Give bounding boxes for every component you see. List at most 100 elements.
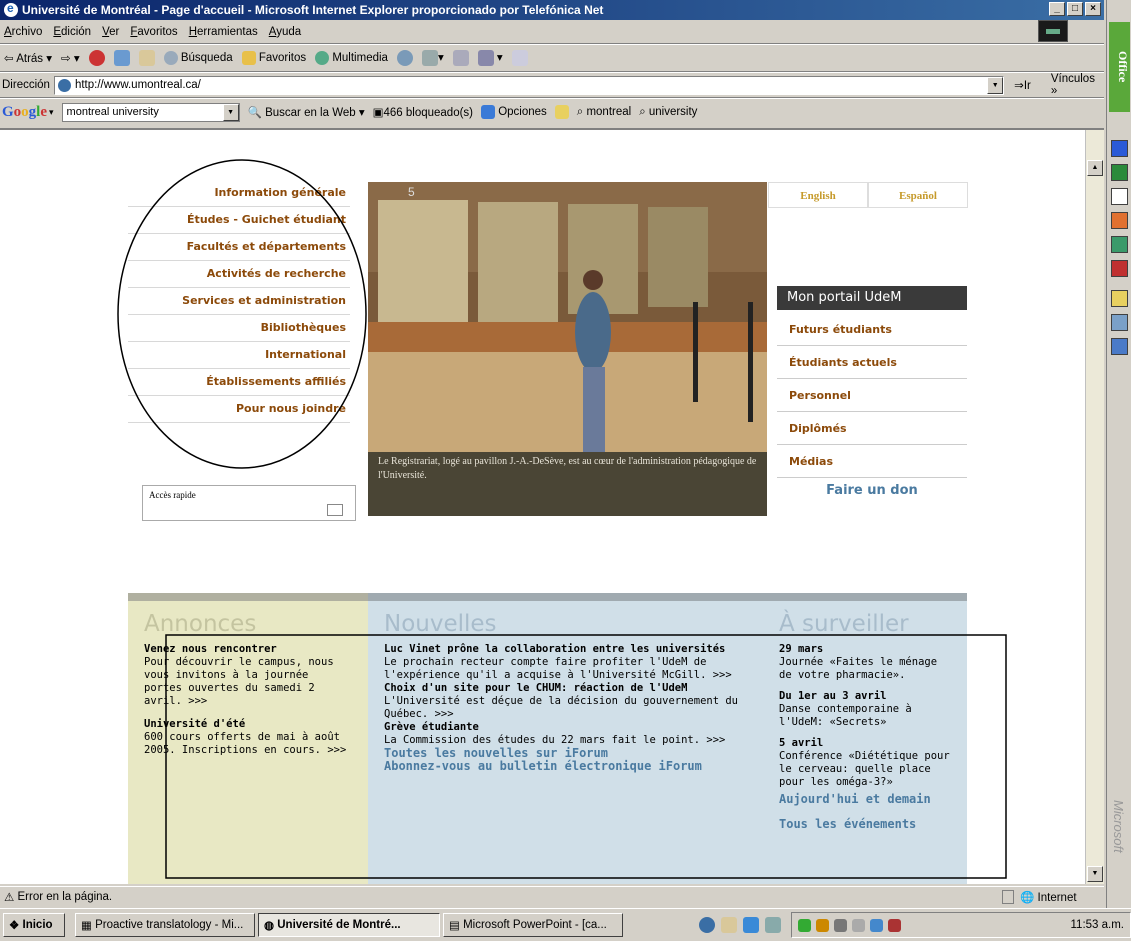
favorites-label: Favoritos: [258, 52, 307, 65]
links-label: Vínculos: [1050, 73, 1095, 85]
powerpoint-icon[interactable]: [1111, 212, 1128, 229]
windows-flag-icon: ❖: [9, 920, 20, 932]
history-icon[interactable]: [396, 50, 413, 66]
google-toolbar: Google ▾ montreal university ▼ 🔍 Buscar e…: [0, 99, 1104, 125]
menu-archivo[interactable]: Archivo: [4, 26, 42, 38]
ie-icon: [4, 1, 18, 17]
volume-icon[interactable]: [852, 918, 865, 932]
divider: [0, 71, 1104, 73]
address-dropdown-icon[interactable]: ▼: [987, 76, 1004, 94]
zone-label: Internet: [1037, 891, 1077, 904]
windows-logo-icon: [1038, 20, 1068, 42]
scroll-down-icon[interactable]: ▼: [1087, 866, 1103, 882]
tray-icon[interactable]: [870, 918, 883, 932]
media-player-icon[interactable]: [743, 917, 759, 933]
binoculars-icon: 🔍: [247, 107, 262, 119]
popup-blocker[interactable]: ▣466 bloqueado(s): [373, 105, 473, 119]
tray-icon[interactable]: [834, 918, 847, 932]
menu-ayuda[interactable]: Ayuda: [269, 26, 301, 38]
term-university[interactable]: ⌕ university: [639, 106, 697, 119]
mail-button[interactable]: ▾: [421, 50, 444, 66]
scroll-up-icon[interactable]: ▲: [1087, 160, 1103, 176]
folder-icon[interactable]: [1111, 290, 1128, 307]
outlook-icon[interactable]: [1111, 236, 1128, 253]
address-bar: Dirección http://www.umontreal.ca/ ▼ ⇒Ir…: [0, 73, 1104, 97]
start-button[interactable]: ❖ Inicio: [3, 913, 65, 937]
task-word-label: Proactive translatology - Mi...: [95, 919, 244, 931]
task-ie[interactable]: ◍ Université de Montré...: [258, 913, 440, 937]
stop-icon[interactable]: [88, 50, 105, 66]
microsoft-brand: Microsoft: [1111, 800, 1126, 853]
page-content: Information générale Études - Guichet ét…: [0, 128, 1104, 884]
find-term-icon: ⌕: [639, 105, 646, 118]
print-icon[interactable]: [452, 50, 469, 66]
google-menu-arrow-icon[interactable]: ▾: [49, 107, 54, 118]
google-logo[interactable]: Google: [2, 104, 47, 121]
discuss-icon[interactable]: [511, 50, 528, 66]
status-bar: ⚠ Error en la página. 🌐 Internet: [0, 886, 1104, 906]
search-label: Búsqueda: [180, 52, 233, 65]
office-shortcut-bar: Office Microsoft: [1106, 0, 1131, 908]
minimize-button[interactable]: _: [1049, 2, 1065, 16]
menu-herramientas[interactable]: Herramientas: [189, 26, 258, 38]
back-button[interactable]: ⇦ Atrás ▾: [4, 51, 52, 65]
address-url: http://www.umontreal.ca/: [74, 79, 201, 91]
favorites-icon: [241, 51, 256, 65]
multimedia-icon: [315, 51, 330, 65]
go-button[interactable]: ⇒Ir: [1014, 78, 1031, 92]
go-label: Ir: [1023, 80, 1031, 92]
excel-icon[interactable]: [1111, 164, 1128, 181]
google-search-label: Buscar en la Web: [265, 107, 356, 119]
search-button[interactable]: Búsqueda: [163, 51, 233, 65]
google-search-button[interactable]: 🔍 Buscar en la Web ▾: [248, 105, 365, 119]
google-query: montreal university: [66, 105, 159, 118]
annotation-overlay: [117, 159, 1007, 879]
globe-icon: 🌐: [1020, 891, 1035, 904]
status-cell: [1002, 889, 1014, 904]
google-search-input[interactable]: montreal university ▼: [61, 102, 240, 122]
task-powerpoint[interactable]: ▤ Microsoft PowerPoint - [ca...: [443, 913, 623, 937]
forward-button[interactable]: ⇨ ▾: [61, 51, 80, 65]
office-logo[interactable]: Office: [1109, 22, 1130, 112]
links-button[interactable]: Vínculos »: [1051, 73, 1104, 97]
window-title: Université de Montréal - Page d'accueil …: [22, 3, 604, 17]
warning-icon[interactable]: ⚠: [4, 890, 14, 904]
address-input[interactable]: http://www.umontreal.ca/ ▼: [53, 75, 1005, 95]
google-dropdown-icon[interactable]: ▼: [222, 103, 239, 121]
edit-icon: [477, 50, 494, 66]
settings-icon[interactable]: [1111, 338, 1128, 355]
menu-ver[interactable]: Ver: [102, 26, 119, 38]
word-icon[interactable]: [1111, 140, 1128, 157]
edit-button[interactable]: ▾: [477, 50, 503, 66]
close-button[interactable]: ×: [1085, 2, 1101, 16]
maximize-button[interactable]: □: [1067, 2, 1083, 16]
tray-icon[interactable]: [798, 918, 811, 932]
clock[interactable]: 11:53 a.m.: [1071, 919, 1125, 931]
term-montreal[interactable]: ⌕ montreal: [577, 106, 631, 119]
home-icon[interactable]: [138, 50, 155, 66]
ie-quicklaunch-icon[interactable]: [699, 917, 715, 933]
menu-edicion[interactable]: Edición: [53, 26, 91, 38]
multimedia-button[interactable]: Multimedia: [315, 51, 388, 65]
refresh-icon[interactable]: [113, 50, 130, 66]
google-options-button[interactable]: Opciones: [481, 105, 547, 119]
task-word[interactable]: ▦ Proactive translatology - Mi...: [75, 913, 255, 937]
system-tray: 11:53 a.m.: [791, 912, 1131, 938]
desktop-icon[interactable]: [721, 917, 737, 933]
publisher-icon[interactable]: [1111, 314, 1128, 331]
vertical-scrollbar[interactable]: ▲ ▼: [1085, 130, 1104, 884]
menu-bar: Archivo Edición Ver Favoritos Herramient…: [0, 20, 1104, 42]
menu-favoritos[interactable]: Favoritos: [130, 26, 177, 38]
page-icon: [57, 78, 71, 92]
find-term-icon: ⌕: [576, 105, 584, 118]
document-icon[interactable]: [1111, 188, 1128, 205]
annotation-rectangle: [165, 634, 1007, 879]
tray-icon[interactable]: [816, 918, 829, 932]
access-icon[interactable]: [1111, 260, 1128, 277]
antivirus-icon[interactable]: [888, 918, 901, 932]
address-label: Dirección: [2, 79, 50, 91]
standard-toolbar: ⇦ Atrás ▾ ⇨ ▾ Búsqueda Favoritos Multime…: [0, 46, 1104, 70]
highlight-icon[interactable]: [554, 105, 569, 119]
messenger-icon[interactable]: [765, 917, 781, 933]
favorites-button[interactable]: Favoritos: [241, 51, 307, 65]
